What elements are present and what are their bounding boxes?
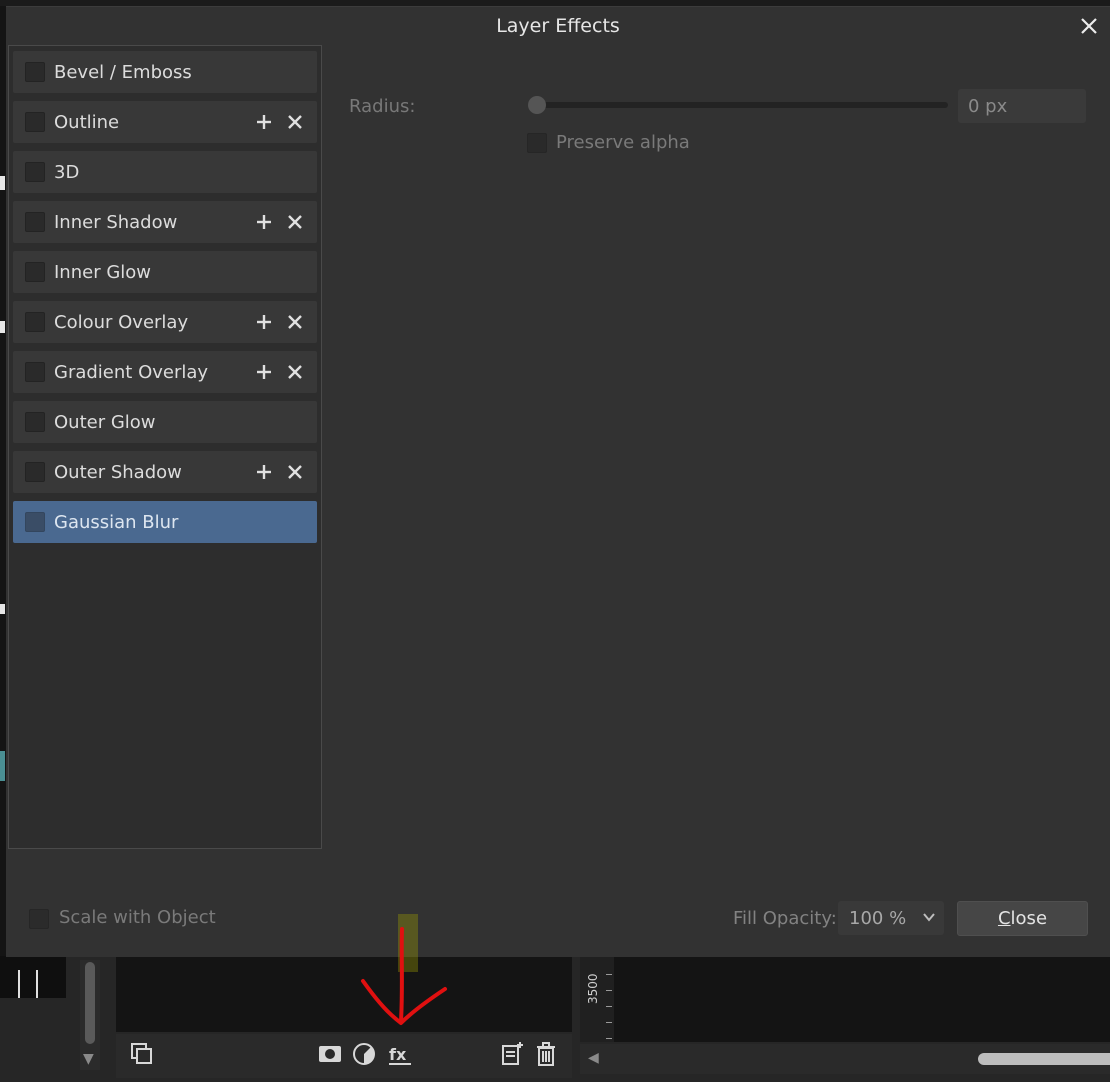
- canvas-mark: [0, 751, 5, 781]
- effect-item-inner-glow[interactable]: Inner Glow: [13, 251, 317, 293]
- add-icon[interactable]: [252, 310, 276, 334]
- horizontal-scrollbar[interactable]: ◀: [580, 1044, 1110, 1074]
- effect-label: Gaussian Blur: [54, 511, 179, 533]
- scroll-left-icon[interactable]: ◀: [588, 1050, 599, 1066]
- effect-checkbox[interactable]: [25, 312, 45, 332]
- scroll-down-icon[interactable]: ▼: [83, 1052, 94, 1066]
- remove-icon[interactable]: [283, 310, 307, 334]
- effect-label: Colour Overlay: [54, 311, 189, 333]
- effect-label: Outer Glow: [54, 411, 156, 433]
- add-icon[interactable]: [252, 110, 276, 134]
- effect-checkbox[interactable]: [25, 62, 45, 82]
- fill-opacity-label: Fill Opacity:: [733, 908, 837, 929]
- remove-icon[interactable]: [283, 210, 307, 234]
- effect-label: Outline: [54, 111, 120, 133]
- effect-label: Outer Shadow: [54, 461, 182, 483]
- effect-label: Bevel / Emboss: [54, 61, 192, 83]
- canvas-area: [614, 956, 1110, 1042]
- effect-label: Gradient Overlay: [54, 361, 209, 383]
- scale-with-object-checkbox[interactable]: [29, 909, 49, 929]
- radius-label: Radius:: [349, 96, 416, 117]
- effect-checkbox[interactable]: [25, 212, 45, 232]
- remove-icon[interactable]: [283, 360, 307, 384]
- effect-checkbox[interactable]: [25, 512, 45, 532]
- effect-item-gaussian-blur[interactable]: Gaussian Blur: [13, 501, 317, 543]
- canvas-preview: [0, 956, 66, 998]
- effect-checkbox[interactable]: [25, 362, 45, 382]
- layers-panel: [116, 956, 572, 1032]
- add-icon[interactable]: [252, 360, 276, 384]
- new-layer-icon[interactable]: [498, 1040, 526, 1068]
- effect-label: Inner Shadow: [54, 211, 178, 233]
- effect-label: Inner Glow: [54, 261, 152, 283]
- effect-item-outline[interactable]: Outline: [13, 101, 317, 143]
- radius-slider[interactable]: [528, 102, 948, 108]
- preserve-alpha-label: Preserve alpha: [556, 132, 690, 153]
- close-button[interactable]: Close: [957, 901, 1088, 936]
- annotation-arrow-icon: [361, 927, 447, 1025]
- effect-checkbox[interactable]: [25, 262, 45, 282]
- effect-checkbox[interactable]: [25, 112, 45, 132]
- scrollbar-thumb[interactable]: [978, 1053, 1110, 1065]
- layers-vertical-scrollbar[interactable]: ▼: [80, 960, 100, 1070]
- close-icon[interactable]: [1074, 11, 1104, 41]
- add-icon[interactable]: [252, 460, 276, 484]
- effect-item-inner-shadow[interactable]: Inner Shadow: [13, 201, 317, 243]
- effect-checkbox[interactable]: [25, 162, 45, 182]
- close-button-label: lose: [1010, 908, 1048, 929]
- effect-item-gradient-overlay[interactable]: Gradient Overlay: [13, 351, 317, 393]
- effect-item-bevel-emboss[interactable]: Bevel / Emboss: [13, 51, 317, 93]
- canvas-mark: [0, 321, 5, 333]
- mask-icon[interactable]: [316, 1040, 344, 1068]
- fill-opacity-select[interactable]: 100 %: [838, 901, 944, 935]
- trash-icon[interactable]: [532, 1040, 560, 1068]
- radius-slider-handle[interactable]: [528, 96, 546, 114]
- add-icon[interactable]: [252, 210, 276, 234]
- layers-copy-icon[interactable]: [128, 1040, 156, 1068]
- canvas-mark: [0, 176, 5, 190]
- canvas-mark: [0, 604, 5, 614]
- effects-list: Bevel / Emboss Outline 3D Inner Shadow Inner…: [8, 45, 322, 849]
- dialog-title: Layer Effects: [496, 15, 620, 37]
- effect-item-outer-shadow[interactable]: Outer Shadow: [13, 451, 317, 493]
- radius-input[interactable]: 0 px: [958, 89, 1086, 123]
- effect-item-colour-overlay[interactable]: Colour Overlay: [13, 301, 317, 343]
- chevron-down-icon: [923, 913, 935, 922]
- svg-text:fx: fx: [389, 1045, 407, 1064]
- scrollbar-thumb[interactable]: [85, 962, 95, 1044]
- adjustment-icon[interactable]: [350, 1040, 378, 1068]
- remove-icon[interactable]: [283, 110, 307, 134]
- scale-with-object-label: Scale with Object: [59, 907, 216, 928]
- effect-checkbox[interactable]: [25, 412, 45, 432]
- remove-icon[interactable]: [283, 460, 307, 484]
- effect-checkbox[interactable]: [25, 462, 45, 482]
- fx-icon[interactable]: fx: [386, 1040, 414, 1068]
- effect-item-outer-glow[interactable]: Outer Glow: [13, 401, 317, 443]
- close-button-accelerator: C: [997, 908, 1011, 929]
- effect-label: 3D: [54, 161, 80, 183]
- ruler-label: 3500: [586, 973, 600, 1004]
- effect-item-3d[interactable]: 3D: [13, 151, 317, 193]
- vertical-ruler: 3500: [580, 956, 614, 1042]
- preserve-alpha-checkbox[interactable]: [527, 133, 547, 153]
- fill-opacity-value: 100 %: [849, 907, 907, 929]
- layer-effects-dialog: Layer Effects Bevel / Emboss Outline 3D Inn…: [6, 6, 1110, 957]
